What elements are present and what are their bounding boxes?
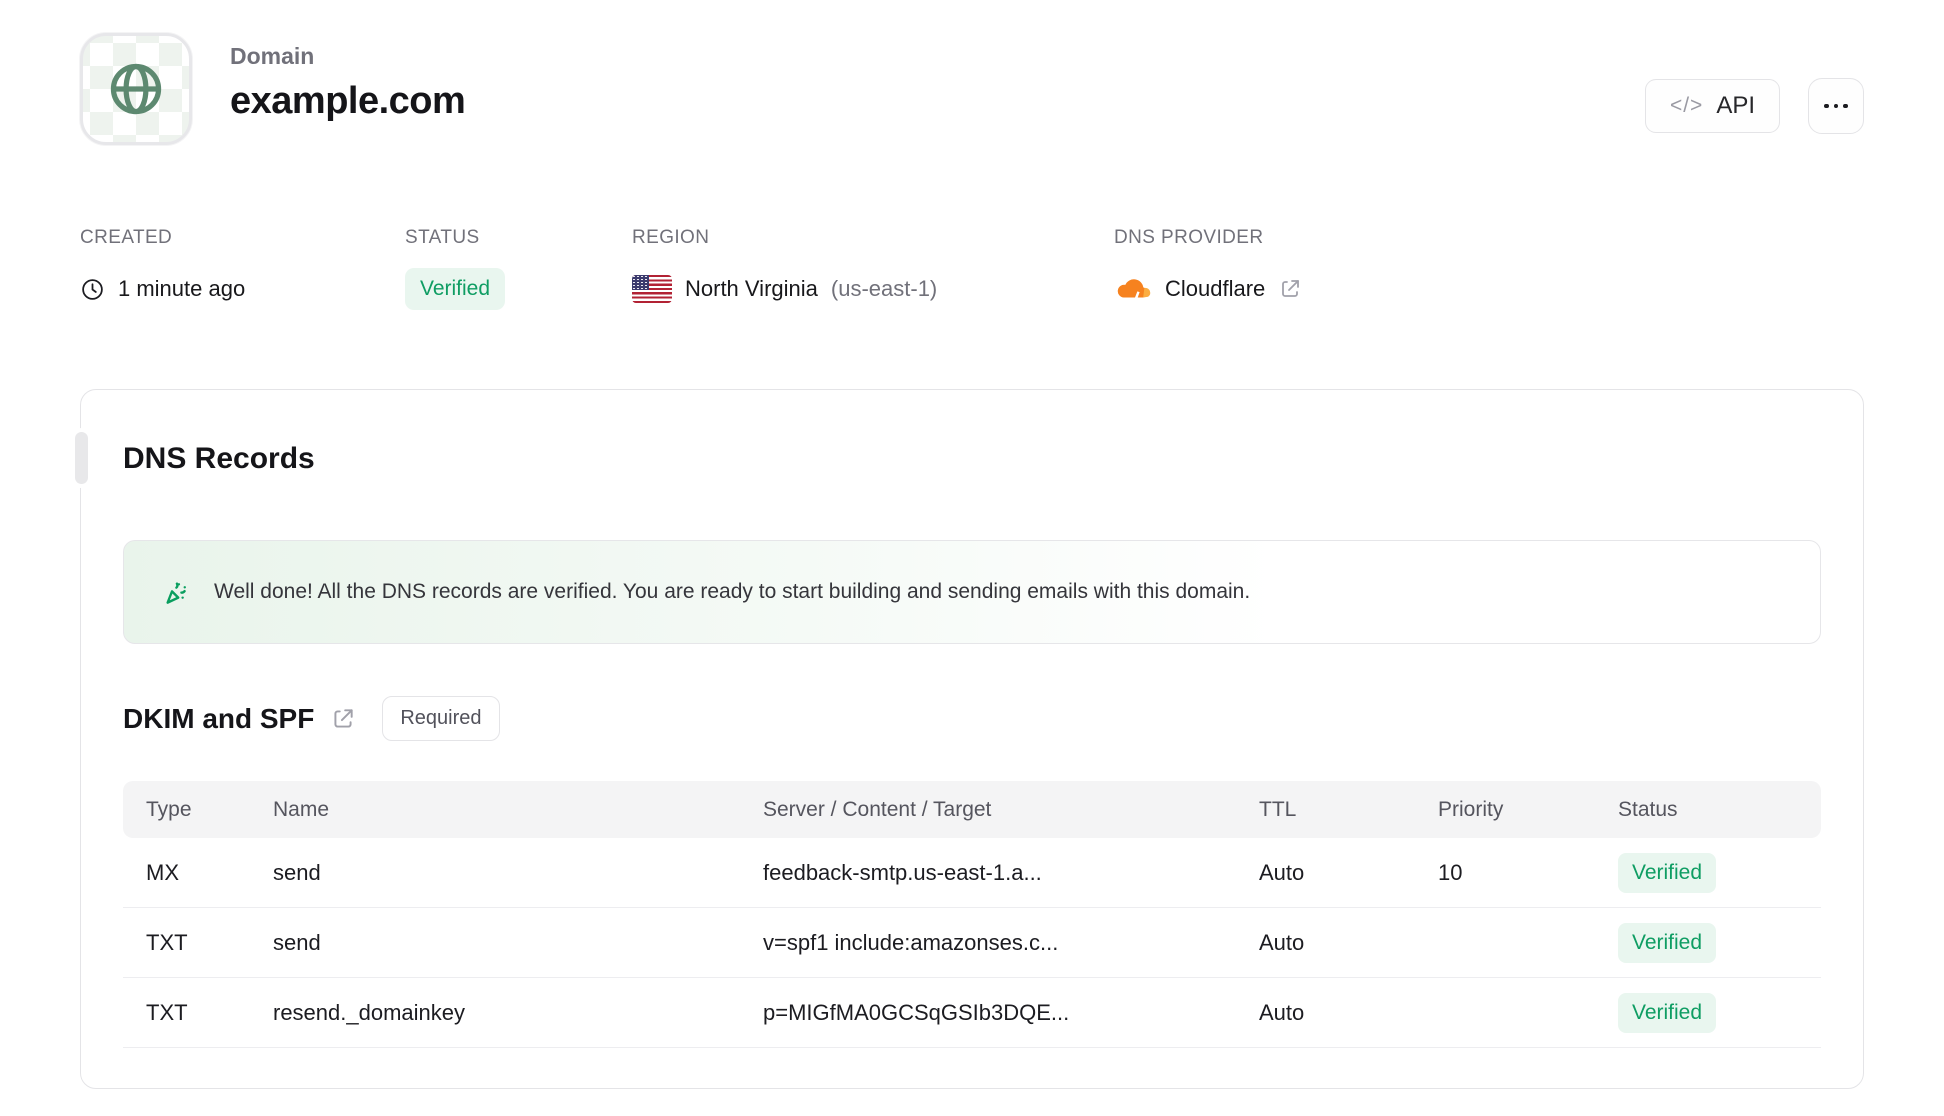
record-status-badge: Verified: [1618, 992, 1717, 1033]
record-ttl: Auto: [1259, 859, 1305, 885]
meta-created: CREATED 1 minute ago: [80, 227, 405, 311]
meta-region: REGION North Virginia (us-east-1): [632, 227, 1114, 311]
record-status-badge: Verified: [1618, 852, 1717, 893]
more-options-button[interactable]: [1808, 78, 1864, 134]
ellipsis-icon: [1824, 103, 1829, 109]
created-value: 1 minute ago: [118, 276, 246, 301]
table-row[interactable]: TXT send v=spf1 include:amazonses.c... A…: [123, 908, 1821, 978]
meta-dns-provider: DNS PROVIDER Cloudflare: [1114, 227, 1302, 311]
code-icon: </>: [1669, 94, 1704, 117]
cloudflare-icon: [1114, 276, 1152, 302]
domain-page: Domain example.com </> API CREATED 1 min…: [0, 0, 1944, 1089]
status-badge: Verified: [405, 268, 506, 310]
title-block: Domain example.com: [230, 33, 466, 123]
dns-records-title: DNS Records: [123, 442, 315, 475]
status-label: STATUS: [405, 227, 480, 248]
api-button-label: API: [1716, 92, 1755, 119]
required-badge: Required: [382, 696, 500, 741]
record-name: send: [273, 859, 321, 885]
dns-records-card: DNS Records Well done! All the DNS recor…: [75, 389, 1864, 1089]
success-banner: Well done! All the DNS records are verif…: [123, 540, 1821, 644]
external-link-icon[interactable]: [1278, 277, 1302, 301]
clock-icon: [80, 277, 105, 302]
globe-icon: [103, 56, 169, 122]
us-flag-icon: [632, 275, 672, 303]
domain-meta: CREATED 1 minute ago STATUS Verified REG…: [80, 227, 1864, 311]
dns-provider-value: Cloudflare: [1165, 276, 1266, 301]
success-banner-text: Well done! All the DNS records are verif…: [214, 580, 1251, 603]
table-header-row: Type Name Server / Content / Target TTL …: [123, 781, 1821, 838]
left-edge-scroll-indicator[interactable]: [75, 432, 88, 484]
table-row[interactable]: TXT resend._domainkey p=MIGfMA0GCSqGSIb3…: [123, 978, 1821, 1048]
record-type: MX: [146, 859, 179, 885]
col-priority: Priority: [1438, 797, 1504, 821]
record-ttl: Auto: [1259, 929, 1305, 955]
record-ttl: Auto: [1259, 999, 1305, 1025]
dns-provider-label: DNS PROVIDER: [1114, 227, 1264, 248]
region-name: North Virginia: [685, 276, 818, 301]
dkim-spf-section-header: DKIM and SPF Required: [123, 696, 1821, 741]
domain-avatar: [80, 33, 192, 145]
col-content: Server / Content / Target: [763, 797, 992, 821]
party-popper-icon: [162, 577, 192, 607]
page-header: Domain example.com </> API: [80, 0, 1864, 145]
record-type: TXT: [146, 999, 188, 1025]
api-button[interactable]: </> API: [1644, 79, 1780, 133]
region-code: (us-east-1): [830, 276, 938, 301]
record-priority: 10: [1438, 859, 1463, 885]
record-type: TXT: [146, 929, 188, 955]
meta-status: STATUS Verified: [405, 227, 632, 311]
header-actions: </> API: [1644, 33, 1864, 134]
col-type: Type: [146, 797, 192, 821]
record-content: feedback-smtp.us-east-1.a...: [763, 859, 1042, 885]
col-ttl: TTL: [1259, 797, 1297, 821]
record-content: v=spf1 include:amazonses.c...: [763, 929, 1059, 955]
page-title: example.com: [230, 80, 466, 122]
region-label: REGION: [632, 227, 710, 248]
table-row[interactable]: MX send feedback-smtp.us-east-1.a... Aut…: [123, 838, 1821, 908]
dkim-spf-title: DKIM and SPF: [123, 702, 315, 734]
external-link-icon[interactable]: [330, 706, 356, 732]
record-status-badge: Verified: [1618, 922, 1717, 963]
record-name: send: [273, 929, 321, 955]
record-name: resend._domainkey: [273, 999, 466, 1025]
col-name: Name: [273, 797, 330, 821]
created-label: CREATED: [80, 227, 173, 248]
dns-records-table: Type Name Server / Content / Target TTL …: [123, 781, 1821, 1048]
page-kicker: Domain: [230, 43, 315, 69]
record-content: p=MIGfMA0GCSqGSIb3DQE...: [763, 999, 1070, 1025]
col-status: Status: [1618, 797, 1678, 821]
